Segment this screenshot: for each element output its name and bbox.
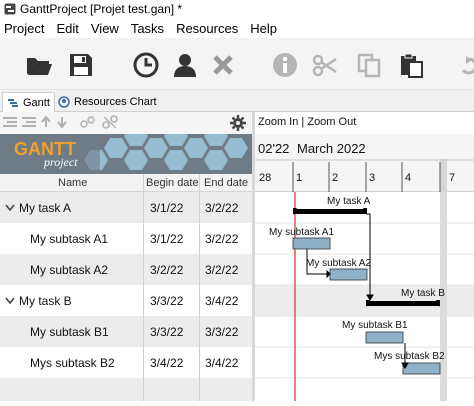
- task-end-date: 3/2/22: [205, 201, 239, 215]
- task-bar-subtask-b1[interactable]: [365, 331, 404, 344]
- column-divider: [143, 174, 144, 401]
- task-end-date: 3/2/22: [205, 263, 239, 277]
- timeline-header: 02'22 March 2022 28 1 2 3 4 7: [255, 134, 474, 192]
- menu-edit[interactable]: Edit: [56, 21, 78, 36]
- cut-icon[interactable]: [310, 50, 340, 80]
- user-icon[interactable]: [170, 50, 200, 80]
- app-icon: [4, 3, 16, 15]
- task-name: My subtask A2: [30, 263, 109, 277]
- tab-gantt-label: Gantt: [23, 96, 50, 109]
- unlink-icon[interactable]: [102, 115, 118, 129]
- summary-bar-task-a[interactable]: [293, 208, 367, 215]
- zoom-in-link[interactable]: Zoom In: [258, 116, 298, 128]
- zoom-out-link[interactable]: Zoom Out: [307, 116, 356, 128]
- task-table-header: Name Begin date End date: [0, 174, 252, 192]
- column-end-date-header[interactable]: End date: [204, 177, 248, 189]
- task-end-date: 3/4/22: [205, 294, 239, 308]
- table-row[interactable]: Mys subtask B2 3/4/22 3/4/22: [0, 347, 252, 378]
- zoom-controls: Zoom In | Zoom Out: [258, 116, 356, 128]
- task-bar-subtask-a2[interactable]: [329, 268, 368, 281]
- task-name: My subtask A1: [30, 232, 109, 246]
- menu-project[interactable]: Project: [4, 21, 44, 36]
- bar-label: Mys subtask B2: [374, 351, 445, 362]
- chevron-down-icon[interactable]: [5, 297, 15, 305]
- column-divider: [199, 174, 200, 401]
- undo-icon[interactable]: [458, 50, 474, 80]
- toolbar: [0, 38, 474, 90]
- zoom-separator: |: [301, 116, 305, 128]
- menu-help[interactable]: Help: [250, 21, 277, 36]
- tab-gantt[interactable]: Gantt: [2, 92, 55, 112]
- day-label: 28: [259, 172, 271, 184]
- day-label: 1: [296, 172, 302, 184]
- paste-icon[interactable]: [396, 50, 426, 80]
- save-icon[interactable]: [66, 50, 96, 80]
- table-row[interactable]: My task A 3/1/22 3/2/22: [0, 192, 252, 223]
- menu-bar: Project Edit View Tasks Resources Help: [0, 18, 474, 38]
- table-row[interactable]: My task B 3/3/22 3/4/22: [0, 285, 252, 316]
- chevron-down-icon[interactable]: [5, 204, 15, 212]
- view-tabs: Gantt Resources Chart: [0, 90, 474, 112]
- table-row-empty: [0, 378, 252, 401]
- gear-icon[interactable]: [230, 115, 246, 131]
- bar-label: My subtask A1: [269, 227, 334, 238]
- tab-resources-chart[interactable]: Resources Chart: [54, 92, 161, 112]
- indent-icon[interactable]: [22, 117, 36, 127]
- bar-label: My task B: [401, 288, 445, 299]
- day-label: 4: [405, 172, 411, 184]
- delete-icon[interactable]: [208, 50, 238, 80]
- task-bar-subtask-a1[interactable]: [292, 237, 331, 250]
- copy-icon[interactable]: [354, 50, 384, 80]
- move-up-icon[interactable]: [41, 115, 51, 127]
- task-name: My subtask B1: [30, 325, 109, 339]
- window-titlebar: GanttProject [Projet test.gan] *: [0, 0, 474, 18]
- tab-resources-chart-label: Resources Chart: [74, 96, 157, 108]
- menu-tasks[interactable]: Tasks: [131, 21, 164, 36]
- info-icon[interactable]: [270, 50, 300, 80]
- table-row[interactable]: My subtask B1 3/3/22 3/3/22: [0, 316, 252, 347]
- bar-label: My task A: [327, 196, 371, 207]
- table-row[interactable]: My subtask A1 3/1/22 3/2/22: [0, 223, 252, 254]
- bar-label: My subtask A2: [306, 258, 371, 269]
- table-row[interactable]: My subtask A2 3/2/22 3/2/22: [0, 254, 252, 285]
- task-name: Mys subtask B2: [30, 356, 115, 370]
- open-folder-icon[interactable]: [24, 50, 54, 80]
- task-name: My task B: [19, 294, 72, 308]
- task-end-date: 3/3/22: [205, 325, 239, 339]
- day-label: 3: [369, 172, 375, 184]
- history-icon[interactable]: [131, 50, 161, 80]
- timeline-week-label: 02'22: [258, 141, 289, 156]
- gantt-icon: [8, 98, 18, 107]
- day-label: 2: [332, 172, 338, 184]
- column-begin-date-header[interactable]: Begin date: [146, 177, 199, 189]
- task-begin-date: 3/1/22: [150, 232, 184, 246]
- unindent-icon[interactable]: [3, 117, 17, 127]
- task-begin-date: 3/4/22: [150, 356, 184, 370]
- timeline-month-label: March 2022: [297, 141, 366, 156]
- task-begin-date: 3/2/22: [150, 263, 184, 277]
- link-icon[interactable]: [80, 116, 95, 128]
- gantt-chart-area[interactable]: My task A My subtask A1 My subtask A2 My…: [255, 192, 474, 401]
- bar-label: My subtask B1: [342, 320, 408, 331]
- window-title: GanttProject [Projet test.gan] *: [20, 2, 183, 16]
- resources-chart-icon: [58, 96, 70, 108]
- task-end-date: 3/2/22: [205, 232, 239, 246]
- move-down-icon[interactable]: [57, 117, 67, 129]
- task-bar-subtask-b2[interactable]: [402, 362, 441, 375]
- menu-view[interactable]: View: [91, 21, 119, 36]
- task-begin-date: 3/3/22: [150, 294, 184, 308]
- summary-bar-task-b[interactable]: [366, 300, 440, 307]
- column-name-header[interactable]: Name: [58, 177, 87, 189]
- gantt-project-logo: GANTT project: [0, 134, 252, 174]
- task-begin-date: 3/1/22: [150, 201, 184, 215]
- logo-text-project: project: [43, 155, 78, 169]
- task-begin-date: 3/3/22: [150, 325, 184, 339]
- task-end-date: 3/4/22: [205, 356, 239, 370]
- day-label: 7: [449, 172, 455, 184]
- menu-resources[interactable]: Resources: [176, 21, 238, 36]
- task-table-toolbar: [0, 112, 252, 134]
- task-name: My task A: [19, 201, 72, 215]
